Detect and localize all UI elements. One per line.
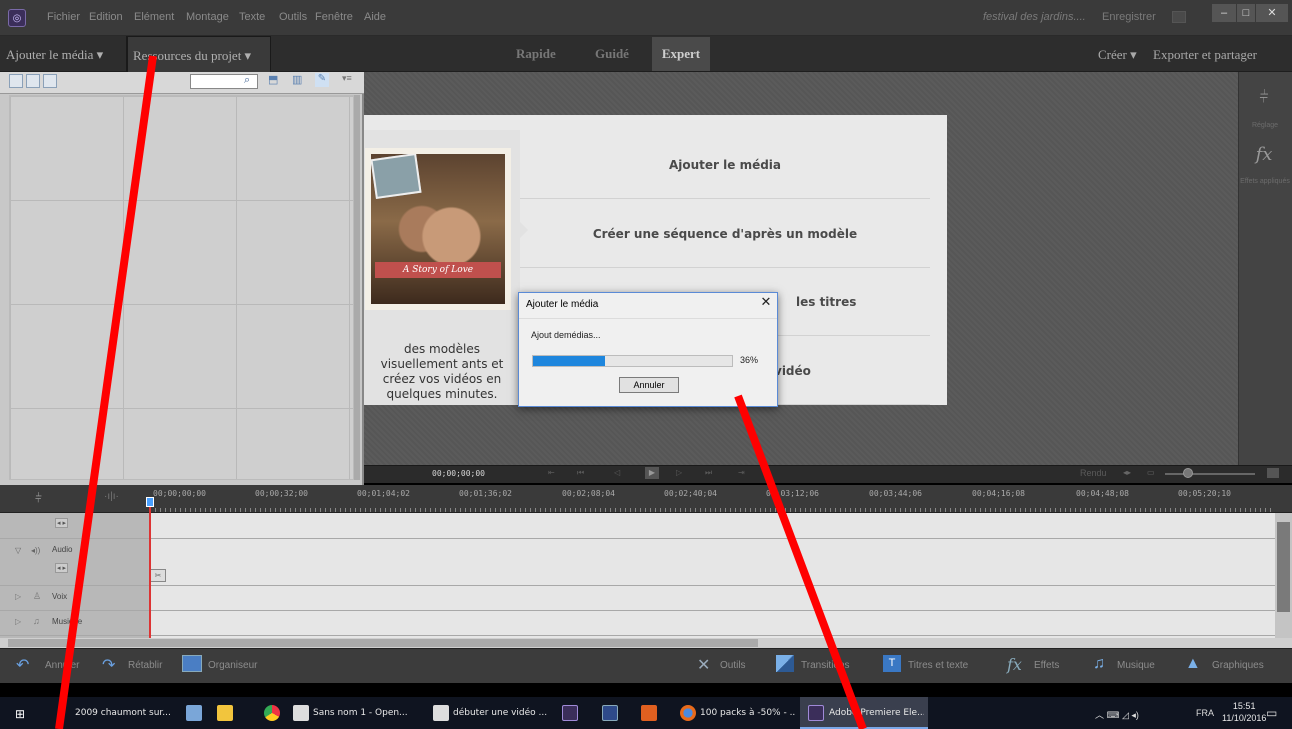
annotation-stroke — [55, 55, 157, 729]
annotation-overlay — [55, 55, 867, 729]
annotation-stroke — [734, 394, 867, 729]
